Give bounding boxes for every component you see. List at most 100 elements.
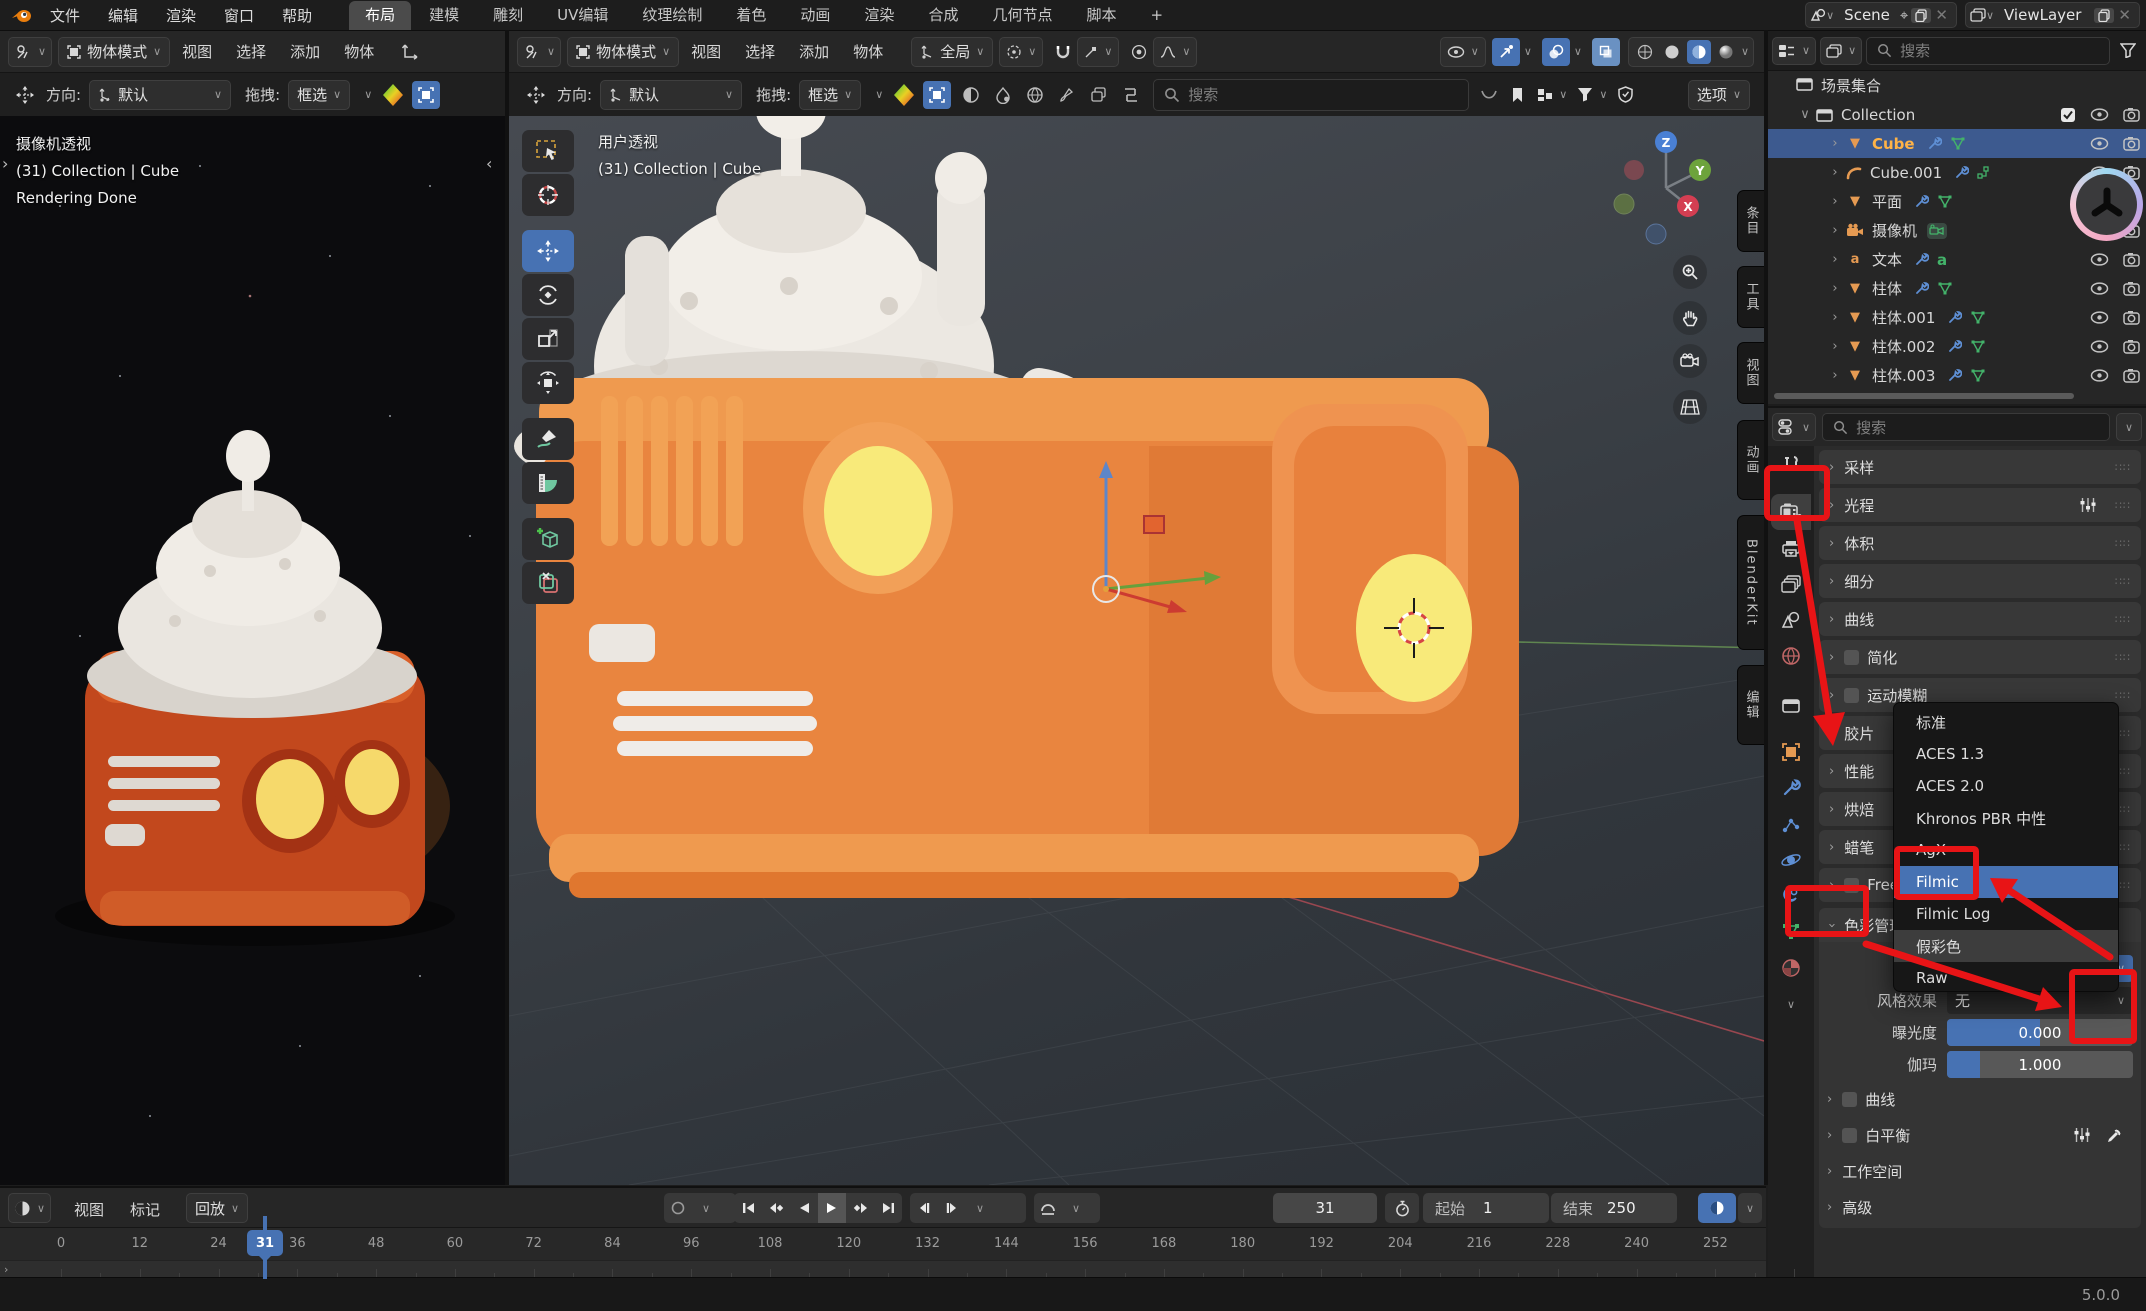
properties-tab-render[interactable]: [1771, 494, 1811, 530]
viewlayer-selector[interactable]: ∨ ViewLayer ✕: [1965, 2, 2140, 28]
menu-item-假彩色[interactable]: 假彩色: [1894, 930, 2118, 962]
properties-tab-world[interactable]: [1771, 638, 1811, 674]
previous-keyframe-button[interactable]: [762, 1193, 790, 1223]
row-label[interactable]: 摄像机: [1872, 220, 1917, 241]
expand-caret[interactable]: ›: [1828, 165, 1842, 180]
orientation-dropdown-main[interactable]: 默认∨: [600, 80, 742, 110]
row-label[interactable]: 平面: [1872, 191, 1902, 212]
gradient-icon[interactable]: [382, 83, 404, 107]
measure-tool-button[interactable]: [522, 462, 574, 504]
subpanel-白平衡[interactable]: ›白平衡: [1827, 1120, 2133, 1150]
collapse-chevron[interactable]: ∨: [875, 88, 883, 101]
outliner-row-柱体.003[interactable]: ›▼柱体.003: [1768, 361, 2146, 390]
properties-tab-material[interactable]: [1771, 950, 1811, 986]
viewport-menu-视图[interactable]: 视图: [679, 41, 733, 62]
viewport-menu-物体[interactable]: 物体: [332, 41, 386, 62]
properties-tab-object-data[interactable]: [1771, 914, 1811, 950]
panel-grip[interactable]: ∷∷: [2115, 651, 2131, 664]
mode-selector-left[interactable]: 物体模式∨: [58, 37, 170, 67]
viewport-left-canvas[interactable]: 摄像机透视 (31) Collection | Cube Rendering D…: [0, 116, 505, 1185]
outliner-row-柱体[interactable]: ›▼柱体: [1768, 274, 2146, 303]
sliders-icon[interactable]: [2079, 497, 2097, 513]
bk-brushes-icon[interactable]: [1053, 81, 1081, 109]
play-button[interactable]: [818, 1193, 846, 1223]
workspace-tab-动画[interactable]: 动画: [784, 1, 846, 30]
orientation-dropdown-left[interactable]: 默认∨: [89, 80, 231, 110]
shading-rendered-icon[interactable]: [1714, 40, 1738, 64]
mode-selector-main[interactable]: 物体模式∨: [567, 37, 679, 67]
transform-orientation-dropdown[interactable]: 全局∨: [911, 37, 993, 67]
properties-search-input[interactable]: 搜索: [1822, 413, 2110, 441]
disable-render-icon[interactable]: [2123, 136, 2140, 151]
viewport-menu-视图[interactable]: 视图: [170, 41, 224, 62]
sidebar-tab-动画[interactable]: 动画: [1737, 420, 1764, 500]
xray-toggle-icon[interactable]: [1592, 38, 1620, 66]
topbar-menu-文件[interactable]: 文件: [36, 5, 94, 26]
properties-tab-physics[interactable]: [1771, 842, 1811, 878]
pin-icon[interactable]: ⌖: [1900, 6, 1908, 24]
shading-solid-icon[interactable]: [1660, 40, 1684, 64]
workspace-tab-雕刻[interactable]: 雕刻: [477, 1, 539, 30]
eyedropper-icon[interactable]: [2106, 1127, 2123, 1144]
workspace-tab-合成[interactable]: 合成: [912, 1, 974, 30]
select-box-tool-button[interactable]: [522, 130, 574, 172]
panel-光程[interactable]: ›光程∷∷: [1819, 488, 2141, 522]
shield-verified-icon[interactable]: [1611, 81, 1639, 109]
expand-caret[interactable]: ›: [1828, 368, 1842, 383]
options-dropdown[interactable]: 选项∨: [1688, 80, 1750, 110]
menu-item-标准[interactable]: 标准: [1894, 706, 2118, 738]
workspace-tab-脚本[interactable]: 脚本: [1070, 1, 1132, 30]
playhead[interactable]: 31: [247, 1230, 283, 1256]
outliner-search-input[interactable]: 搜索: [1866, 37, 2110, 65]
topbar-menu-渲染[interactable]: 渲染: [152, 5, 210, 26]
expand-caret[interactable]: ›: [1828, 339, 1842, 354]
timeline-ruler[interactable]: 31 0122436486072849610812013214415616818…: [0, 1228, 1766, 1260]
viewport-menu-物体[interactable]: 物体: [841, 41, 895, 62]
viewport-menu-选择[interactable]: 选择: [224, 41, 278, 62]
disable-render-icon[interactable]: [2123, 339, 2140, 354]
modifier-wrench-icon[interactable]: [1947, 368, 1962, 383]
overlays-dropdown-chevron[interactable]: ∨: [1570, 45, 1586, 58]
expand-caret[interactable]: ›: [1828, 223, 1842, 238]
scene-name[interactable]: Scene: [1834, 6, 1900, 24]
panel-采样[interactable]: ›采样∷∷: [1819, 450, 2141, 484]
display-mode-dropdown[interactable]: ∨: [1820, 37, 1862, 65]
expand-caret[interactable]: ›: [1828, 194, 1842, 209]
row-label[interactable]: 柱体: [1872, 278, 1902, 299]
menu-item-ACES 1.3[interactable]: ACES 1.3: [1894, 738, 2118, 770]
subpanel-工作空间[interactable]: ›工作空间: [1827, 1156, 2133, 1186]
row-label[interactable]: Collection: [1841, 106, 1915, 124]
shading-material-icon[interactable]: [1687, 40, 1711, 64]
gamma-slider[interactable]: 1.000: [1947, 1051, 2133, 1078]
subpanel-曲线[interactable]: ›曲线: [1827, 1084, 2133, 1114]
frame-end-field[interactable]: 结束250: [1551, 1193, 1677, 1223]
properties-tab-view-layer[interactable]: [1771, 566, 1811, 602]
remove-viewlayer-icon[interactable]: ✕: [2114, 6, 2135, 24]
editor-type-button[interactable]: ∨: [1772, 37, 1816, 65]
bk-hdr-icon[interactable]: [1021, 81, 1049, 109]
disable-render-icon[interactable]: [2123, 252, 2140, 267]
menu-item-ACES 2.0[interactable]: ACES 2.0: [1894, 770, 2118, 802]
play-reverse-button[interactable]: [790, 1193, 818, 1223]
viewport-main-canvas[interactable]: 用户透视 (31) Collection | Cube Z Y X: [509, 116, 1764, 1185]
workspace-tab-几何节点[interactable]: 几何节点: [976, 1, 1068, 30]
sidebar-tab-BlenderKit[interactable]: BlenderKit: [1737, 515, 1764, 650]
jump-to-end-button[interactable]: [874, 1193, 902, 1223]
row-label[interactable]: 柱体.001: [1872, 307, 1935, 328]
sidebar-tab-编辑[interactable]: 编辑: [1737, 665, 1764, 745]
next-keyframe-button[interactable]: [846, 1193, 874, 1223]
text-data-icon[interactable]: a: [1937, 251, 1947, 269]
panel-曲线[interactable]: ›曲线∷∷: [1819, 602, 2141, 636]
gizmos-dropdown-chevron[interactable]: ∨: [1520, 45, 1536, 58]
sync-chevron[interactable]: ∨: [1738, 1193, 1762, 1223]
pan-hand-button[interactable]: [1673, 301, 1707, 335]
mesh-data-icon[interactable]: [1937, 195, 1953, 209]
frame-dropdown-chevron[interactable]: ∨: [966, 1193, 994, 1223]
panel-体积[interactable]: ›体积∷∷: [1819, 526, 2141, 560]
modifier-wrench-icon[interactable]: [1947, 310, 1962, 325]
properties-tab-object[interactable]: [1771, 734, 1811, 770]
checkbox[interactable]: [1844, 688, 1859, 703]
bookmark-icon[interactable]: [1503, 81, 1531, 109]
drag-dropdown-left[interactable]: 框选∨: [288, 80, 350, 110]
checkbox[interactable]: [1842, 1092, 1857, 1107]
